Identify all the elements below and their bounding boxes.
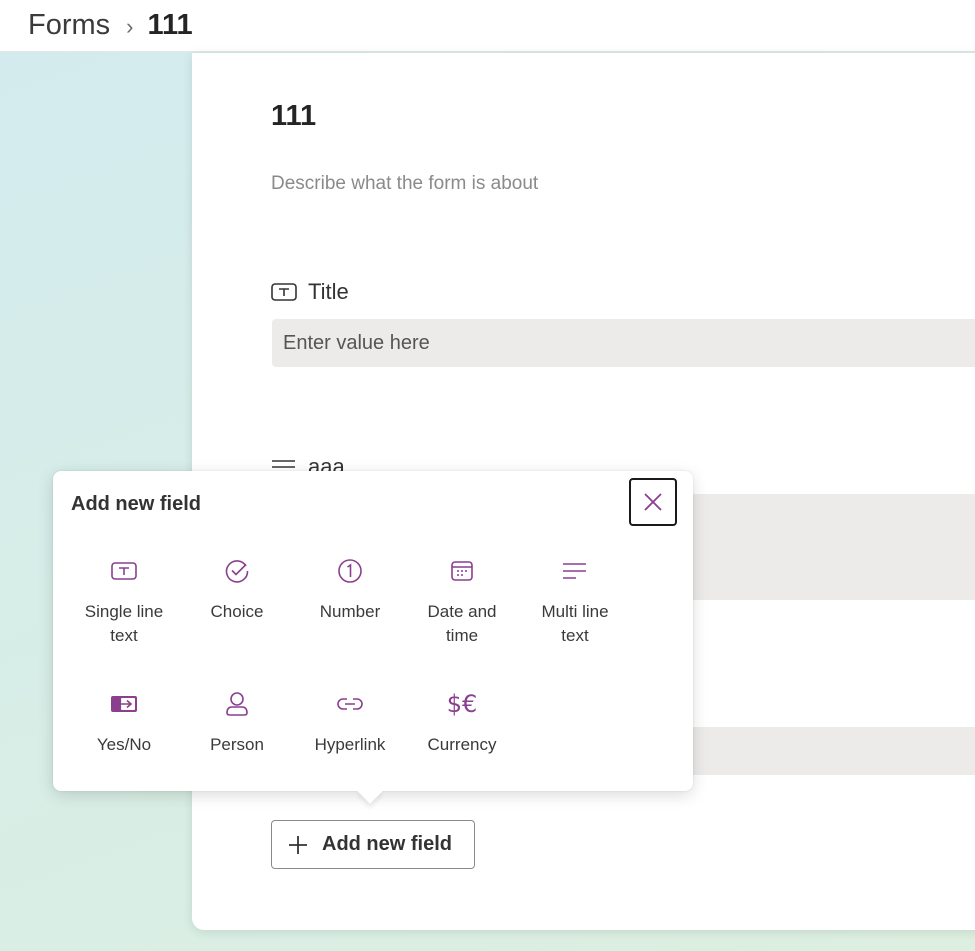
form-description[interactable]: Describe what the form is about [271,173,538,195]
top-bar: Forms › 111 [0,0,975,52]
popup-title: Add new field [71,493,201,515]
single-line-text-icon [271,283,297,301]
option-single-line-text[interactable]: Single line text [68,556,180,648]
breadcrumb-forms-link[interactable]: Forms [28,9,110,42]
option-label-line2: time [445,626,479,645]
option-label-line2: text [110,626,138,645]
breadcrumb-current: 111 [147,9,193,41]
add-field-popup: Add new field Single line text Choice Num… [53,471,693,804]
option-person[interactable]: Person [181,689,293,757]
close-icon [644,493,662,511]
calendar-icon [451,561,473,581]
watermark-domain: luyouqi.com [886,918,940,930]
person-icon [226,692,248,716]
watermark-name: 路由器 [886,891,956,917]
close-button[interactable] [629,478,677,526]
option-label: Person [210,735,264,754]
router-logo-icon [834,886,878,930]
currency-icon: $€ [446,690,478,718]
breadcrumb-separator-icon: › [126,13,134,39]
form-title[interactable]: 111 [271,100,316,133]
option-date-and-time[interactable]: Date and time [406,556,518,648]
option-label: Multi line [541,602,609,621]
add-new-field-button[interactable]: Add new field [271,820,475,869]
choice-icon [225,560,249,583]
option-number[interactable]: Number [294,556,406,624]
option-label-line2: text [561,626,589,645]
option-label: Choice [210,602,264,621]
option-hyperlink[interactable]: Hyperlink [294,689,406,757]
watermark: 路由器 luyouqi.com [832,884,955,932]
title-input[interactable]: Enter value here [272,319,975,367]
add-new-field-label: Add new field [322,833,452,855]
option-label: Currency [427,735,497,754]
option-yes-no[interactable]: Yes/No [68,689,180,757]
option-currency[interactable]: $€ Currency [406,689,518,757]
yes-no-icon [111,696,137,712]
field-label-text: Title [308,279,349,304]
option-label: Number [319,602,381,621]
single-line-text-icon [111,562,137,580]
option-multi-line-text[interactable]: Multi line text [519,556,631,648]
number-icon [338,559,362,583]
breadcrumb: Forms › 111 [28,9,193,42]
option-label: Yes/No [96,735,152,754]
option-choice[interactable]: Choice [181,556,293,624]
title-input-placeholder: Enter value here [283,332,430,354]
field-label-title: Title [271,279,349,305]
multi-line-text-icon [563,563,586,579]
option-label: Hyperlink [314,735,386,754]
hyperlink-icon [337,698,363,710]
option-label: Date and [427,602,497,621]
plus-icon [289,835,307,854]
option-label: Single line [84,602,164,621]
